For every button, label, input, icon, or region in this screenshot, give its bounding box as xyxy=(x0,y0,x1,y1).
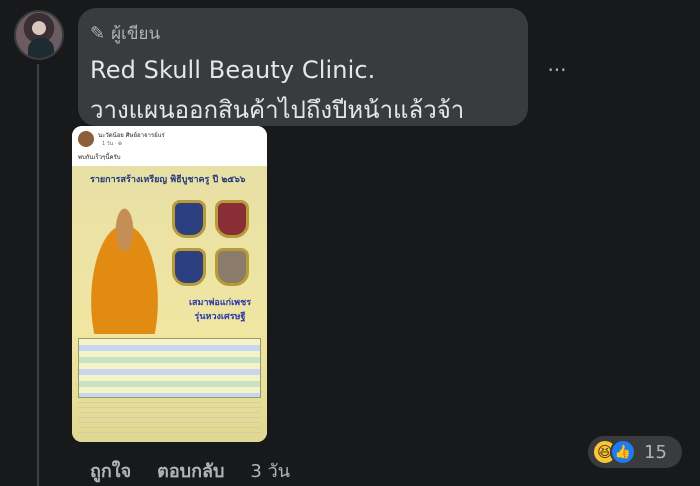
attachment-caption: พบกันเร็วๆนี้ครับ xyxy=(72,152,267,166)
attachment-header: นะวัดน้อย ศิษย์อาจารย์แร่ 1 วัน · ⊕ xyxy=(72,126,267,152)
poster: รายการสร้างเหรียญ พิธีบูชาครู ปี ๒๕๖๖ เส… xyxy=(72,166,267,442)
monk-figure xyxy=(82,204,167,334)
comment-actions: ถูกใจ ตอบกลับ 3 วัน xyxy=(90,456,290,485)
reactions-summary[interactable]: 😆 👍 15 xyxy=(588,436,682,468)
reply-button[interactable]: ตอบกลับ xyxy=(157,456,224,485)
author-badge: ผู้เขียน xyxy=(111,23,161,44)
comment-bubble: ✎ ผู้เขียน Red Skull Beauty Clinic. วางแ… xyxy=(78,8,528,126)
avatar[interactable] xyxy=(14,10,64,60)
amulet-image xyxy=(215,248,249,286)
pencil-icon: ✎ xyxy=(90,22,106,44)
poster-name-line2: รุ่นหวงเศรษฐี xyxy=(194,312,246,322)
poster-title: รายการสร้างเหรียญ พิธีบูชาครู ปี ๒๕๖๖ xyxy=(90,175,246,185)
attachment-author: นะวัดน้อย ศิษย์อาจารย์แร่ xyxy=(98,132,165,139)
amulet-image xyxy=(172,248,206,286)
poster-name: เสมาพ่อแก่เพชร รุ่นหวงเศรษฐี xyxy=(180,296,260,324)
reaction-count: 15 xyxy=(644,441,667,463)
author-name[interactable]: Red Skull Beauty Clinic. xyxy=(90,56,516,84)
poster-name-line1: เสมาพ่อแก่เพชร xyxy=(188,298,252,308)
attached-image[interactable]: นะวัดน้อย ศิษย์อาจารย์แร่ 1 วัน · ⊕ พบกั… xyxy=(72,126,267,442)
author-badge-row: ✎ ผู้เขียน xyxy=(90,20,516,46)
timestamp[interactable]: 3 วัน xyxy=(250,456,290,485)
attachment-avatar xyxy=(78,131,94,147)
like-button[interactable]: ถูกใจ xyxy=(90,456,131,485)
amulet-image xyxy=(215,200,249,238)
amulet-image xyxy=(172,200,206,238)
like-icon: 👍 xyxy=(610,439,636,465)
more-options-button[interactable]: ... xyxy=(540,54,574,80)
thread-line xyxy=(37,64,39,486)
poster-footnote xyxy=(78,402,261,436)
comment-text: วางแผนออกสินค้าไปถึงปีหน้าแล้วจ้า xyxy=(90,96,465,124)
poster-table xyxy=(78,338,261,398)
attachment-time: 1 วัน · ⊕ xyxy=(102,141,122,147)
